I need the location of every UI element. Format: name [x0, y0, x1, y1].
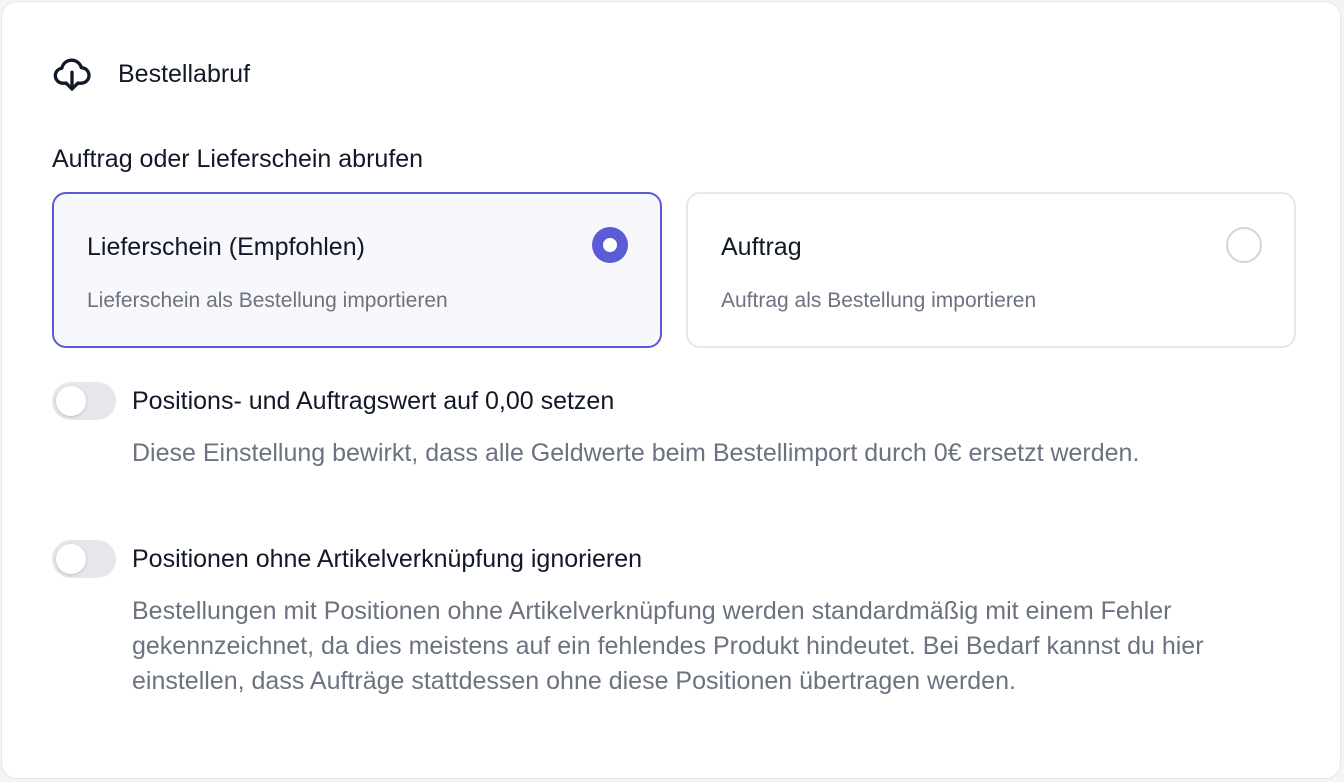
card-header: Bestellabruf — [52, 54, 250, 94]
toggle-knob — [56, 544, 86, 574]
setting-title: Positionen ohne Artikelverknüpfung ignor… — [132, 545, 643, 573]
card-title: Bestellabruf — [118, 60, 251, 88]
option-auftrag[interactable]: Auftrag Auftrag als Bestellung importier… — [686, 192, 1296, 348]
option-description: Lieferschein als Bestellung importieren — [87, 289, 448, 312]
toggle-ignore-unlinked[interactable] — [52, 540, 116, 578]
radio-auftrag[interactable] — [1226, 227, 1262, 263]
option-title: Lieferschein (Empfohlen) — [87, 233, 365, 261]
setting-description: Diese Einstellung bewirkt, dass alle Gel… — [132, 439, 1140, 467]
setting-description: Bestellungen mit Positionen ohne Artikel… — [132, 597, 1204, 695]
option-description: Auftrag als Bestellung importieren — [721, 289, 1037, 312]
option-lieferschein[interactable]: Lieferschein (Empfohlen) Lieferschein al… — [52, 192, 662, 348]
cloud-download-icon — [52, 54, 92, 94]
radio-lieferschein[interactable] — [592, 227, 628, 263]
toggle-zero-values[interactable] — [52, 382, 116, 420]
toggle-knob — [56, 386, 86, 416]
fetch-type-label: Auftrag oder Lieferschein abrufen — [52, 145, 424, 173]
settings-card: Bestellabruf Auftrag oder Lieferschein a… — [1, 1, 1341, 779]
option-title: Auftrag — [721, 233, 802, 261]
setting-title: Positions- und Auftragswert auf 0,00 set… — [132, 387, 615, 415]
